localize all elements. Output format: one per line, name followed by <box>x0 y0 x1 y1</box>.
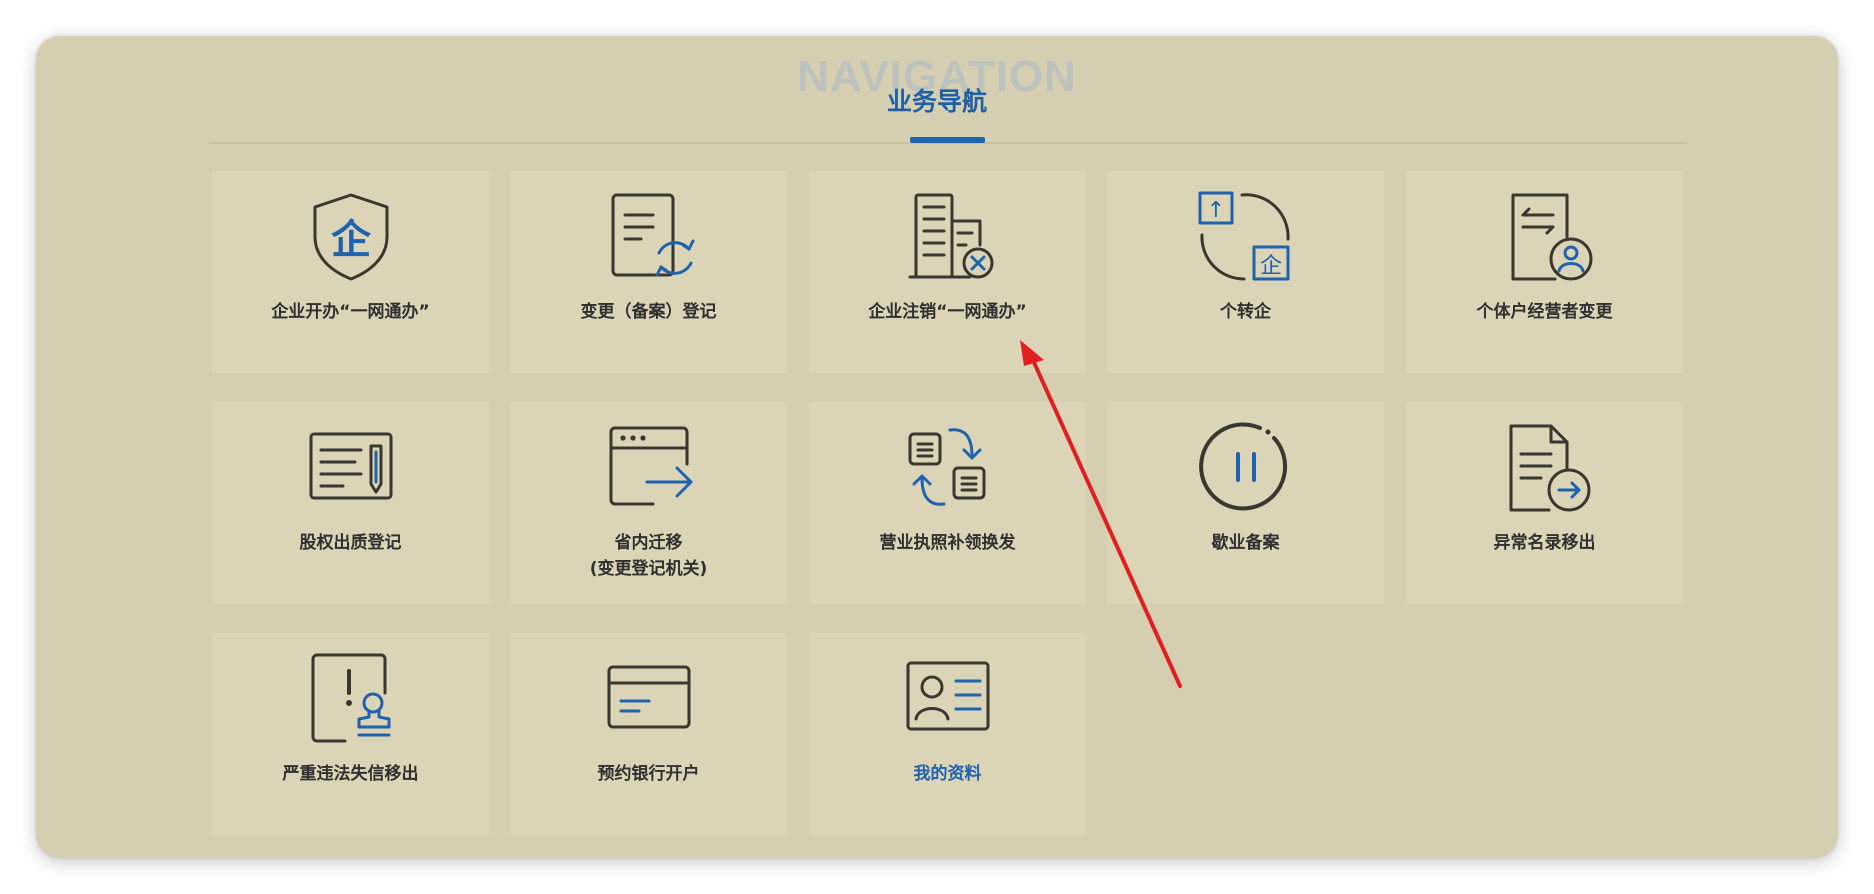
tile-license-reissue[interactable]: 营业执照补领换发 <box>809 402 1086 604</box>
tile-label: 省内迁移 <box>614 533 683 553</box>
warning-stamp-icon <box>212 653 489 743</box>
navigation-title: 业务导航 <box>886 87 987 116</box>
document-arrow-out-icon <box>1406 422 1683 512</box>
navigation-header: NAVIGATION 业务导航 <box>0 0 1874 150</box>
enterprise-shield-icon: 企 <box>212 191 489 281</box>
tile-label: 异常名录移出 <box>1493 533 1596 553</box>
tile-change-registration[interactable]: 变更（备案）登记 <box>510 171 787 373</box>
svg-text:企: 企 <box>331 217 372 263</box>
tile-label: 个体户经营者变更 <box>1476 302 1613 322</box>
svg-text:企: 企 <box>1259 254 1281 279</box>
bank-card-icon <box>510 653 787 743</box>
document-pen-icon <box>212 422 489 512</box>
document-refresh-icon <box>510 191 787 281</box>
tile-label: 个转企 <box>1220 302 1271 322</box>
tile-label: 预约银行开户 <box>597 764 700 784</box>
tile-label-secondary: (变更登记机关) <box>589 559 708 579</box>
tile-individual-operator-change[interactable]: 个体户经营者变更 <box>1406 171 1683 373</box>
tile-my-documents[interactable]: 我的资料 <box>809 633 1086 835</box>
tile-label: 企业注销“一网通办” <box>868 302 1027 322</box>
window-arrow-icon <box>510 422 787 512</box>
tile-abnormal-list-removal[interactable]: 异常名录移出 <box>1406 402 1683 604</box>
tile-equity-pledge[interactable]: 股权出质登记 <box>212 402 489 604</box>
tile-label: 股权出质登记 <box>299 533 402 553</box>
individual-to-enterprise-icon: ↑ 企 <box>1107 191 1384 281</box>
pause-circle-icon <box>1107 422 1384 512</box>
tile-label: 营业执照补领换发 <box>879 533 1016 553</box>
tile-enterprise-cancellation[interactable]: 企业注销“一网通办” <box>809 171 1086 373</box>
document-swap-icon <box>809 422 1086 512</box>
tile-enterprise-opening[interactable]: 企 企业开办“一网通办” <box>212 171 489 373</box>
tile-label: 变更（备案）登记 <box>580 302 717 322</box>
svg-text:↑: ↑ <box>1206 198 1224 223</box>
tile-in-province-migration[interactable]: 省内迁移 (变更登记机关) <box>510 402 787 604</box>
tile-label: 歇业备案 <box>1211 533 1280 553</box>
tile-business-suspension[interactable]: 歇业备案 <box>1107 402 1384 604</box>
building-cancel-icon <box>809 191 1086 281</box>
id-card-icon <box>809 653 1086 743</box>
tile-label: 严重违法失信移出 <box>282 764 419 784</box>
tile-individual-to-enterprise[interactable]: ↑ 企 个转企 <box>1107 171 1384 373</box>
tile-serious-violation-removal[interactable]: 严重违法失信移出 <box>212 633 489 835</box>
title-underline <box>910 137 985 143</box>
tile-label: 企业开办“一网通办” <box>271 302 430 322</box>
tile-bank-account-appointment[interactable]: 预约银行开户 <box>510 633 787 835</box>
document-person-exchange-icon <box>1406 191 1683 281</box>
tile-label: 我的资料 <box>913 764 982 784</box>
